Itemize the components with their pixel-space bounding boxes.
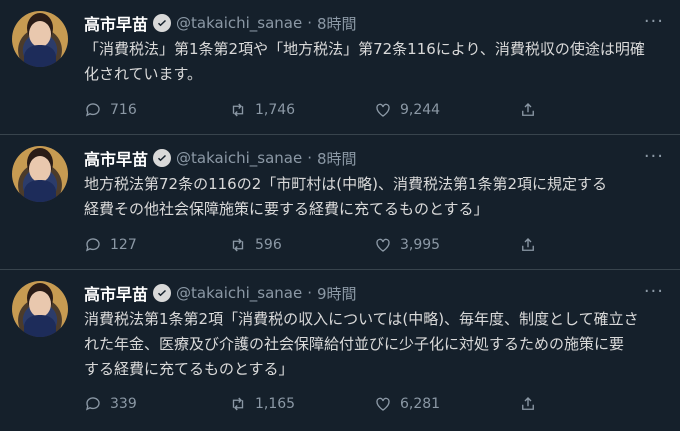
tweet-timeline: 高市早苗 @takaichi_sanae · 8時間 ··· 「消費税法」第1条… [0, 0, 680, 431]
share-icon [522, 103, 534, 116]
verified-badge-icon [153, 284, 172, 302]
tweet-actions: 716 1,746 9,244 [84, 98, 664, 122]
retweet-count: 596 [255, 237, 282, 253]
author-handle[interactable]: @takaichi_sanae [176, 284, 302, 302]
tweet-text: 「消費税法」第1条第2項や「地方税法」第72条116により、消費税収の使途は明確… [84, 40, 645, 83]
retweet-icon [232, 397, 244, 411]
tweet[interactable]: 高市早苗 @takaichi_sanae · 9時間 ··· 消費税法第1条第2… [0, 270, 680, 431]
reply-button[interactable]: 127 [84, 236, 229, 254]
retweet-button[interactable]: 596 [229, 236, 374, 254]
avatar[interactable] [12, 281, 68, 337]
like-button[interactable]: 3,995 [374, 236, 519, 254]
retweet-button[interactable]: 1,746 [229, 101, 374, 119]
reply-icon [85, 238, 100, 252]
tweet-actions: 127 596 3,995 [84, 233, 664, 257]
like-count: 6,281 [400, 396, 441, 412]
more-options-icon[interactable]: ··· [644, 11, 664, 32]
reply-icon [85, 103, 100, 117]
like-icon [376, 397, 390, 411]
share-button[interactable] [519, 236, 664, 254]
author-name[interactable]: 高市早苗 [84, 11, 148, 35]
share-button[interactable] [519, 101, 664, 119]
reply-count: 716 [110, 102, 137, 118]
avatar[interactable] [12, 11, 68, 67]
tweet-text: 地方税法第72条の116の2「市町村は(中略)、消費税法第1条第2項に規定する … [84, 175, 608, 218]
tweet-header: 高市早苗 @takaichi_sanae · 8時間 ··· [84, 146, 664, 170]
meta-separator: · [307, 284, 313, 302]
tweet-text: 消費税法第1条第2項「消費税の収入については(中略)、毎年度、制度として確立さ … [84, 310, 639, 378]
reply-count: 339 [110, 396, 137, 412]
like-count: 3,995 [400, 237, 441, 253]
tweet-header: 高市早苗 @takaichi_sanae · 8時間 ··· [84, 11, 664, 35]
author-name[interactable]: 高市早苗 [84, 146, 148, 170]
author-handle[interactable]: @takaichi_sanae [176, 14, 302, 32]
share-icon [522, 397, 534, 410]
tweet[interactable]: 高市早苗 @takaichi_sanae · 8時間 ··· 地方税法第72条の… [0, 135, 680, 270]
meta-separator: · [307, 149, 313, 167]
tweet-time[interactable]: 8時間 [317, 13, 357, 34]
more-options-icon[interactable]: ··· [644, 146, 664, 167]
author-handle[interactable]: @takaichi_sanae [176, 149, 302, 167]
verified-badge-icon [153, 14, 172, 32]
reply-button[interactable]: 339 [84, 395, 229, 413]
tweet-header: 高市早苗 @takaichi_sanae · 9時間 ··· [84, 281, 664, 305]
share-icon [522, 238, 534, 251]
tweet-actions: 339 1,165 6,281 [84, 392, 664, 416]
tweet[interactable]: 高市早苗 @takaichi_sanae · 8時間 ··· 「消費税法」第1条… [0, 0, 680, 135]
retweet-count: 1,746 [255, 102, 296, 118]
reply-icon [85, 397, 100, 411]
retweet-icon [232, 103, 244, 117]
verified-badge-icon [153, 149, 172, 167]
retweet-icon [232, 238, 244, 252]
like-count: 9,244 [400, 102, 441, 118]
more-options-icon[interactable]: ··· [644, 281, 664, 302]
like-button[interactable]: 9,244 [374, 101, 519, 119]
share-button[interactable] [519, 395, 664, 413]
like-icon [376, 238, 390, 252]
like-button[interactable]: 6,281 [374, 395, 519, 413]
reply-count: 127 [110, 237, 137, 253]
like-icon [376, 103, 390, 117]
avatar[interactable] [12, 146, 68, 202]
retweet-button[interactable]: 1,165 [229, 395, 374, 413]
tweet-time[interactable]: 8時間 [317, 148, 357, 169]
retweet-count: 1,165 [255, 396, 296, 412]
reply-button[interactable]: 716 [84, 101, 229, 119]
meta-separator: · [307, 14, 313, 32]
tweet-time[interactable]: 9時間 [317, 283, 357, 304]
author-name[interactable]: 高市早苗 [84, 281, 148, 305]
